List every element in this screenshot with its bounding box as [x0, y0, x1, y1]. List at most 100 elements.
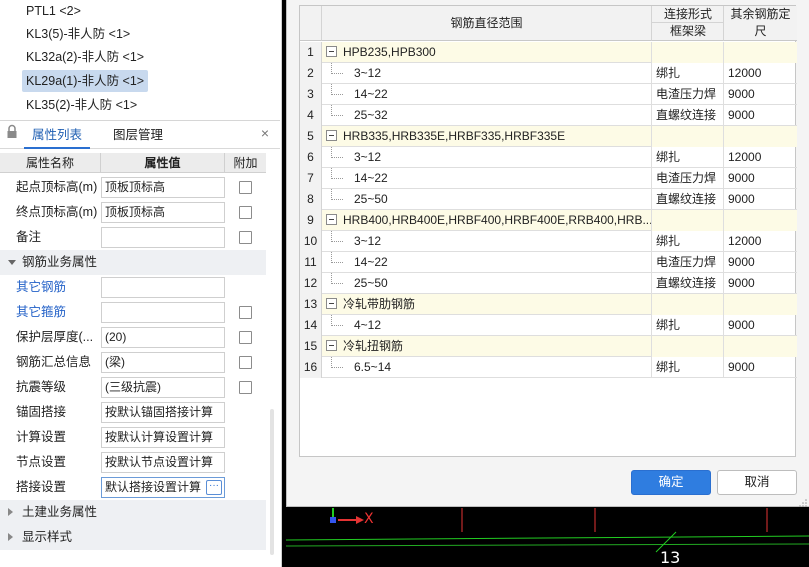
- add-checkbox[interactable]: [239, 381, 252, 394]
- add-checkbox[interactable]: [239, 181, 252, 194]
- canvas-number-label: 13: [660, 548, 681, 567]
- rest-length-cell[interactable]: 9000: [724, 189, 797, 210]
- add-checkbox[interactable]: [239, 231, 252, 244]
- tree-item[interactable]: KL3(5)-非人防 <1>: [22, 23, 134, 45]
- property-name: 搭接设置: [16, 480, 67, 494]
- collapse-minus-icon[interactable]: [326, 214, 337, 225]
- property-value-field[interactable]: [101, 277, 225, 298]
- tree-item[interactable]: PTL1 <2>: [22, 0, 85, 22]
- group-row-display[interactable]: 显示样式: [0, 525, 266, 550]
- connection-type-cell[interactable]: 电渣压力焊: [652, 84, 724, 105]
- tab-layer-management[interactable]: 图层管理: [98, 121, 178, 149]
- grid-row[interactable]: 8 25~50 直螺纹连接 9000: [300, 189, 797, 210]
- resize-grip-icon[interactable]: [799, 496, 807, 507]
- property-value-field[interactable]: (20): [101, 327, 225, 348]
- close-icon[interactable]: ×: [258, 126, 272, 140]
- property-value-field[interactable]: 顶板顶标高: [101, 202, 225, 223]
- lock-icon[interactable]: [6, 124, 18, 140]
- property-value-field[interactable]: 按默认计算设置计算: [101, 427, 225, 448]
- drawing-canvas[interactable]: X 13: [286, 508, 809, 567]
- connection-type-cell[interactable]: 绑扎: [652, 315, 724, 336]
- chevron-right-icon[interactable]: [8, 533, 13, 541]
- connection-type-cell[interactable]: 绑扎: [652, 63, 724, 84]
- rest-length-cell[interactable]: 12000: [724, 147, 797, 168]
- rest-length-cell: [724, 294, 797, 315]
- property-value-field[interactable]: [101, 302, 225, 323]
- connection-type-cell: [652, 294, 724, 315]
- add-checkbox[interactable]: [239, 356, 252, 369]
- tree-connector: [331, 147, 343, 158]
- grid-group-row[interactable]: 9 HRB400,HRB400E,HRBF400,HRBF400E,RRB400,…: [300, 210, 797, 231]
- connection-type-cell[interactable]: 绑扎: [652, 147, 724, 168]
- confirm-button[interactable]: 确定: [631, 470, 711, 495]
- diameter-range-cell: 冷轧带肋钢筋: [322, 294, 652, 315]
- chevron-down-icon[interactable]: [8, 260, 16, 265]
- property-value-field[interactable]: 按默认锚固搭接计算: [101, 402, 225, 423]
- grid-row[interactable]: 11 14~22 电渣压力焊 9000: [300, 252, 797, 273]
- add-checkbox[interactable]: [239, 306, 252, 319]
- grid-group-row[interactable]: 5 HRB335,HRB335E,HRBF335,HRBF335E: [300, 126, 797, 147]
- grid-row[interactable]: 14 4~12 绑扎 9000: [300, 315, 797, 336]
- connection-type-cell[interactable]: 电渣压力焊: [652, 168, 724, 189]
- tree-item[interactable]: KL32a(2)-非人防 <1>: [22, 46, 148, 68]
- splice-setting-field[interactable]: 默认搭接设置计算 ···: [101, 477, 225, 498]
- left-panel: PTL1 <2> KL3(5)-非人防 <1> KL32a(2)-非人防 <1>…: [0, 0, 282, 567]
- grid-group-row[interactable]: 13 冷轧带肋钢筋: [300, 294, 797, 315]
- grid-group-row[interactable]: 15 冷轧扭钢筋: [300, 336, 797, 357]
- collapse-minus-icon[interactable]: [326, 46, 337, 57]
- grid-row[interactable]: 3 14~22 电渣压力焊 9000: [300, 84, 797, 105]
- range-text: 14~22: [354, 171, 388, 185]
- connection-type-cell[interactable]: 直螺纹连接: [652, 273, 724, 294]
- property-value-field[interactable]: 顶板顶标高: [101, 177, 225, 198]
- rest-length-cell[interactable]: 12000: [724, 231, 797, 252]
- group-label: 土建业务属性: [22, 505, 98, 519]
- vertical-scrollbar[interactable]: [270, 409, 274, 555]
- rest-length-cell[interactable]: 9000: [724, 168, 797, 189]
- property-name[interactable]: 其它钢筋: [16, 275, 66, 300]
- rest-length-cell[interactable]: 9000: [724, 273, 797, 294]
- add-checkbox[interactable]: [239, 331, 252, 344]
- add-checkbox[interactable]: [239, 206, 252, 219]
- collapse-minus-icon[interactable]: [326, 130, 337, 141]
- tree-item-selected[interactable]: KL29a(1)-非人防 <1>: [22, 70, 149, 92]
- tree-connector: [331, 357, 343, 368]
- ellipsis-button[interactable]: ···: [206, 480, 222, 495]
- group-row-civil[interactable]: 土建业务属性: [0, 500, 266, 525]
- grid-row[interactable]: 16 6.5~14 绑扎 9000: [300, 357, 797, 378]
- rest-length-cell[interactable]: 9000: [724, 84, 797, 105]
- grid-row[interactable]: 6 3~12 绑扎 12000: [300, 147, 797, 168]
- cancel-button[interactable]: 取消: [717, 470, 797, 495]
- grid-group-row[interactable]: 1 HPB235,HPB300: [300, 42, 797, 63]
- rest-length-cell[interactable]: 9000: [724, 252, 797, 273]
- connection-type-cell[interactable]: 直螺纹连接: [652, 189, 724, 210]
- property-value-field[interactable]: 按默认节点设置计算: [101, 452, 225, 473]
- tree-item[interactable]: KL35(2)-非人防 <1>: [22, 94, 141, 116]
- rest-length-cell[interactable]: 9000: [724, 357, 797, 378]
- connection-type-cell[interactable]: 绑扎: [652, 231, 724, 252]
- property-value-field[interactable]: [101, 227, 225, 248]
- property-value-field[interactable]: (三级抗震): [101, 377, 225, 398]
- grid-row[interactable]: 10 3~12 绑扎 12000: [300, 231, 797, 252]
- range-text: 3~12: [354, 66, 382, 80]
- connection-type-cell[interactable]: 绑扎: [652, 357, 724, 378]
- row-number: 7: [300, 168, 322, 189]
- chevron-right-icon[interactable]: [8, 508, 13, 516]
- grid-row[interactable]: 12 25~50 直螺纹连接 9000: [300, 273, 797, 294]
- rest-length-cell[interactable]: 9000: [724, 315, 797, 336]
- row-number: 13: [300, 294, 322, 315]
- rest-length-cell[interactable]: 9000: [724, 105, 797, 126]
- property-value-field[interactable]: (梁): [101, 352, 225, 373]
- column-header-number: [300, 6, 322, 41]
- group-row-steel[interactable]: 钢筋业务属性: [0, 250, 266, 275]
- grid-row[interactable]: 4 25~32 直螺纹连接 9000: [300, 105, 797, 126]
- collapse-minus-icon[interactable]: [326, 340, 337, 351]
- tab-property-list[interactable]: 属性列表: [24, 121, 90, 149]
- grid-row[interactable]: 2 3~12 绑扎 12000: [300, 63, 797, 84]
- rest-length-cell[interactable]: 12000: [724, 63, 797, 84]
- collapse-minus-icon[interactable]: [326, 298, 337, 309]
- connection-type-cell[interactable]: 直螺纹连接: [652, 105, 724, 126]
- property-name[interactable]: 其它箍筋: [16, 300, 66, 325]
- grid-row[interactable]: 7 14~22 电渣压力焊 9000: [300, 168, 797, 189]
- connection-type-cell: [652, 336, 724, 357]
- connection-type-cell[interactable]: 电渣压力焊: [652, 252, 724, 273]
